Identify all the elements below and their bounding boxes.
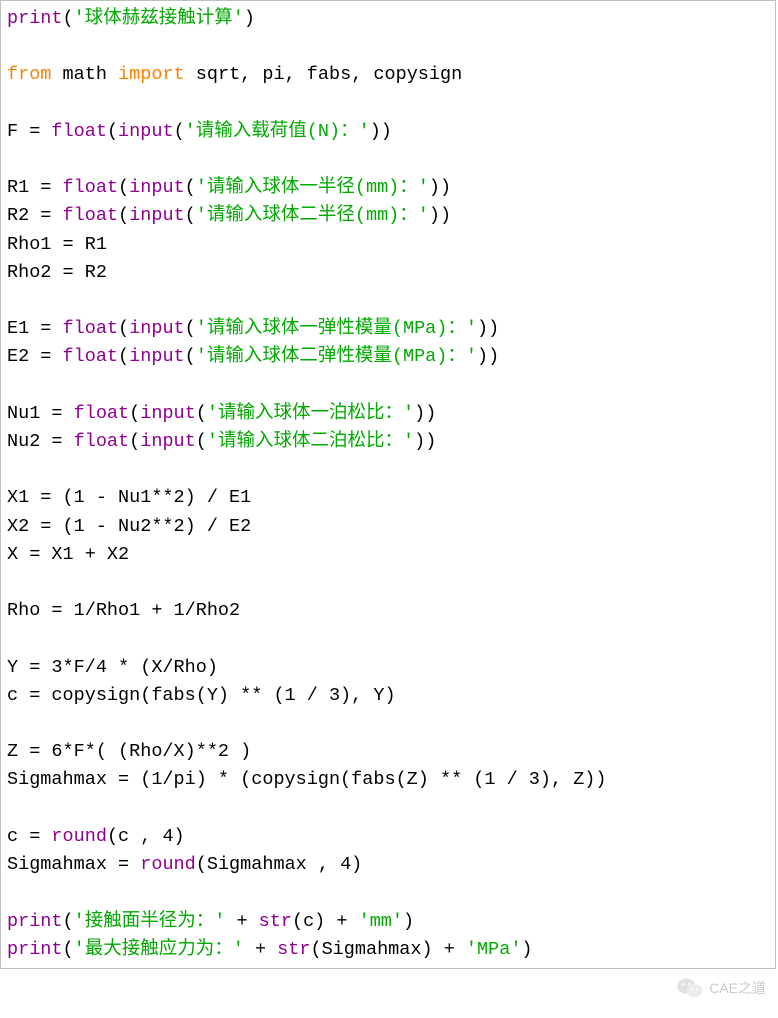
text: + <box>225 911 258 932</box>
string: '请输入球体二泊松比：' <box>207 431 414 452</box>
text: sqrt, pi, fabs, copysign <box>185 64 463 85</box>
paren: ( <box>185 318 196 339</box>
paren: ( <box>196 431 207 452</box>
fn: input <box>129 205 185 226</box>
paren: )) <box>429 177 451 198</box>
paren: ( <box>118 318 129 339</box>
code-line: Rho1 = R1 <box>7 234 107 255</box>
paren: ( <box>63 911 74 932</box>
paren: ) <box>244 8 255 29</box>
paren: ( <box>118 177 129 198</box>
code-line: Z = 6*F*( (Rho/X)**2 ) <box>7 741 251 762</box>
text: R1 = <box>7 177 63 198</box>
text: + <box>244 939 277 960</box>
string: 'MPa' <box>466 939 522 960</box>
fn: input <box>140 403 196 424</box>
kw: from <box>7 64 51 85</box>
text: E1 = <box>7 318 63 339</box>
fn: str <box>259 911 292 932</box>
code-line: Sigmahmax = (1/pi) * (copysign(fabs(Z) *… <box>7 769 607 790</box>
code-line: c = copysign(fabs(Y) ** (1 / 3), Y) <box>7 685 396 706</box>
text: F = <box>7 121 51 142</box>
fn: float <box>74 431 130 452</box>
paren: ( <box>185 205 196 226</box>
fn: float <box>51 121 107 142</box>
paren: ( <box>63 8 74 29</box>
paren: )) <box>477 346 499 367</box>
string: '请输入球体二弹性模量(MPa)：' <box>196 346 477 367</box>
paren: ( <box>174 121 185 142</box>
paren: )) <box>414 431 436 452</box>
text: Nu1 = <box>7 403 74 424</box>
code-block: print('球体赫兹接触计算') from math import sqrt,… <box>0 0 776 969</box>
paren: ( <box>185 177 196 198</box>
paren: ( <box>107 121 118 142</box>
fn: float <box>74 403 130 424</box>
text: (c) + <box>292 911 359 932</box>
text: R2 = <box>7 205 63 226</box>
paren: ( <box>129 403 140 424</box>
code-line: X2 = (1 - Nu2**2) / E2 <box>7 516 251 537</box>
fn: print <box>7 939 63 960</box>
paren: ( <box>118 346 129 367</box>
code-line: Y = 3*F/4 * (X/Rho) <box>7 657 218 678</box>
fn: float <box>63 318 119 339</box>
paren: )) <box>414 403 436 424</box>
paren: ) <box>521 939 532 960</box>
wechat-icon <box>677 977 703 998</box>
code-line: Rho = 1/Rho1 + 1/Rho2 <box>7 600 240 621</box>
watermark-text: CAE之道 <box>709 978 766 998</box>
string: '接触面半径为：' <box>74 911 226 932</box>
paren: ( <box>185 346 196 367</box>
paren: )) <box>429 205 451 226</box>
fn: str <box>277 939 310 960</box>
fn: input <box>140 431 196 452</box>
text: (Sigmahmax , 4) <box>196 854 363 875</box>
string: '请输入球体一半径(mm)：' <box>196 177 429 198</box>
fn: round <box>140 854 196 875</box>
string: '请输入球体二半径(mm)：' <box>196 205 429 226</box>
fn: input <box>118 121 174 142</box>
paren: )) <box>477 318 499 339</box>
fn: float <box>63 346 119 367</box>
watermark: CAE之道 <box>677 977 766 998</box>
fn: input <box>129 177 185 198</box>
fn: float <box>63 177 119 198</box>
code-line: Rho2 = R2 <box>7 262 107 283</box>
fn: float <box>63 205 119 226</box>
string: '请输入球体一泊松比：' <box>207 403 414 424</box>
kw: import <box>118 64 185 85</box>
fn: print <box>7 911 63 932</box>
paren: ( <box>63 939 74 960</box>
text: (Sigmahmax) + <box>310 939 465 960</box>
fn: input <box>129 346 185 367</box>
paren: ( <box>196 403 207 424</box>
code-line: X1 = (1 - Nu1**2) / E1 <box>7 487 251 508</box>
fn: input <box>129 318 185 339</box>
text: E2 = <box>7 346 63 367</box>
string: '请输入载荷值(N)：' <box>185 121 370 142</box>
fn: print <box>7 8 63 29</box>
text: (c , 4) <box>107 826 185 847</box>
string: 'mm' <box>359 911 403 932</box>
text: Nu2 = <box>7 431 74 452</box>
string: '请输入球体一弹性模量(MPa)：' <box>196 318 477 339</box>
string: '最大接触应力为：' <box>74 939 244 960</box>
text: Sigmahmax = <box>7 854 140 875</box>
text: c = <box>7 826 51 847</box>
paren: ( <box>129 431 140 452</box>
paren: )) <box>370 121 392 142</box>
text: math <box>51 64 118 85</box>
paren: ) <box>403 911 414 932</box>
paren: ( <box>118 205 129 226</box>
code-line: X = X1 + X2 <box>7 544 129 565</box>
string: '球体赫兹接触计算' <box>74 8 244 29</box>
fn: round <box>51 826 107 847</box>
